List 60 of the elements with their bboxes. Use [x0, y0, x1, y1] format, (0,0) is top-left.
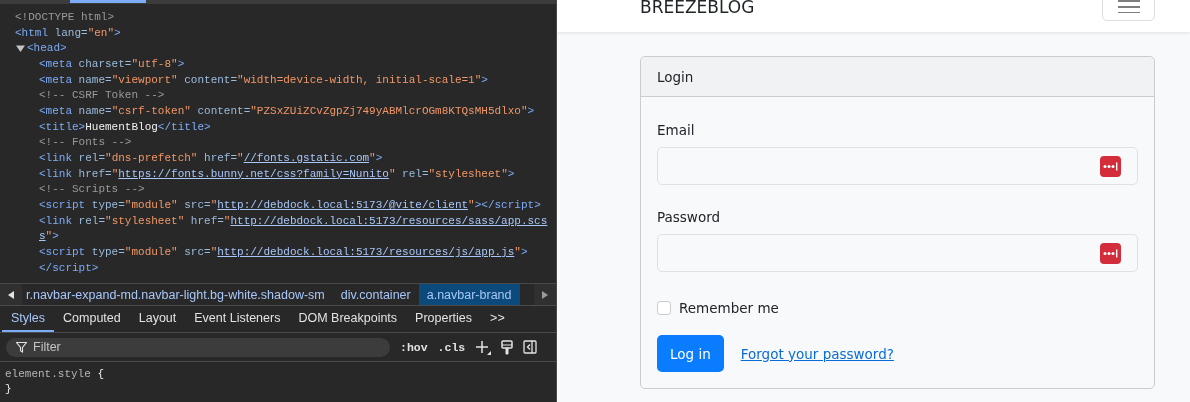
code-line: <!-- Fonts --> — [39, 135, 132, 150]
right-triangle-icon[interactable] — [542, 290, 548, 299]
field-label: Password — [657, 209, 721, 225]
url-link[interactable]: //fonts.gstatic.com — [243, 152, 370, 164]
caret-icon[interactable] — [16, 43, 25, 53]
panel-tab[interactable]: Styles — [2, 306, 55, 333]
paint-brush-icon[interactable] — [501, 339, 514, 355]
add-rule-icon[interactable] — [475, 339, 492, 355]
password-manager-icon[interactable] — [1100, 242, 1121, 264]
sidebar-toggle-icon[interactable] — [523, 340, 538, 355]
code-line: <title>HuementBlog</title> — [39, 119, 211, 134]
code-line: <!-- Scripts --> — [39, 182, 145, 197]
code-line: <link rel="dns-prefetch" href="//fonts.gstatic.com"> — [39, 151, 383, 165]
menu-icon[interactable] — [1117, 0, 1140, 13]
login-button[interactable]: Log in — [657, 335, 724, 372]
filter-icon — [16, 341, 27, 353]
code-line: <!DOCTYPE html> — [15, 9, 115, 24]
panel-tab[interactable]: Layout — [129, 306, 186, 333]
toolbar-toggle[interactable]: :hov — [400, 340, 428, 354]
brand-link[interactable]: BREEZEBLOG — [640, 0, 755, 32]
code-line: <script type="module" src="http://debdock.local:5173/resources/js/app.js"> — [39, 245, 528, 260]
checkbox-label: Remember me — [679, 300, 779, 316]
filter-field[interactable]: Filter — [6, 337, 390, 357]
code-line: <html lang="en"> — [15, 25, 121, 40]
field-label: Email — [657, 122, 695, 138]
code-line: <meta charset="utf-8"> — [39, 56, 185, 71]
remember-checkbox[interactable] — [657, 301, 671, 315]
code-line: s"> — [39, 229, 59, 244]
left-triangle-icon[interactable] — [8, 290, 14, 299]
panel-tab[interactable]: Computed — [54, 306, 130, 333]
password-manager-icon[interactable] — [1100, 155, 1121, 177]
url-link[interactable]: https://fonts.bunny.net/css?family=Nunito — [118, 167, 389, 180]
card-header: Login — [641, 57, 1154, 97]
code-line: <script type="module" src="http://debdock.local:5173/@vite/client"></script> — [39, 198, 541, 213]
input-field[interactable] — [657, 147, 1138, 185]
url-link[interactable]: http://debdock.local:5173/@vite/client — [217, 199, 469, 212]
code-line: </script> — [39, 260, 99, 275]
code-line: <link rel="stylesheet" href="http://debdock.local:5173/resources/sass/app.scs — [39, 213, 548, 228]
scroll-left-button[interactable] — [0, 283, 22, 306]
forgot-password-link[interactable]: Forgot your password? — [740, 345, 894, 362]
code-line: <meta name="csrf-token" content="PZSxZUiZCvZgpZj749yABMlcrOGm8KTQsMH5dlxo"> — [39, 103, 535, 118]
breadcrumb[interactable]: a.navbar-brand — [418, 283, 520, 306]
more-tabs-button[interactable]: >> — [481, 306, 514, 333]
input-field[interactable] — [657, 234, 1138, 272]
code-line: <meta name="viewport" content="width=device-width, initial-scale=1"> — [39, 72, 488, 87]
panel-tab[interactable]: Properties — [406, 306, 482, 333]
toolbar-toggle[interactable]: .cls — [437, 340, 466, 354]
url-link[interactable]: s — [39, 230, 46, 243]
code-line: <head> — [27, 41, 67, 56]
css-rule-line: } — [5, 382, 12, 397]
url-link[interactable]: http://debdock.local:5173/resources/js/app.js — [217, 246, 515, 259]
panel-tab[interactable]: DOM Breakpoints — [289, 306, 407, 333]
panel-tab[interactable]: Event Listeners — [185, 306, 290, 333]
breadcrumb[interactable]: div.container — [332, 283, 419, 306]
code-line: <!-- CSRF Token --> — [39, 88, 165, 103]
breadcrumb[interactable]: r.navbar-expand-md.navbar-light.bg-white.shadow-sm — [22, 283, 333, 306]
code-line: <link href="https://fonts.bunny.net/css?family=Nunito" rel="stylesheet"> — [39, 166, 515, 181]
url-link[interactable]: http://debdock.local:5173/resources/sass/app.scs — [230, 214, 548, 227]
css-rule-line: element.style { — [5, 367, 105, 382]
scroll-right-button[interactable] — [534, 283, 556, 306]
